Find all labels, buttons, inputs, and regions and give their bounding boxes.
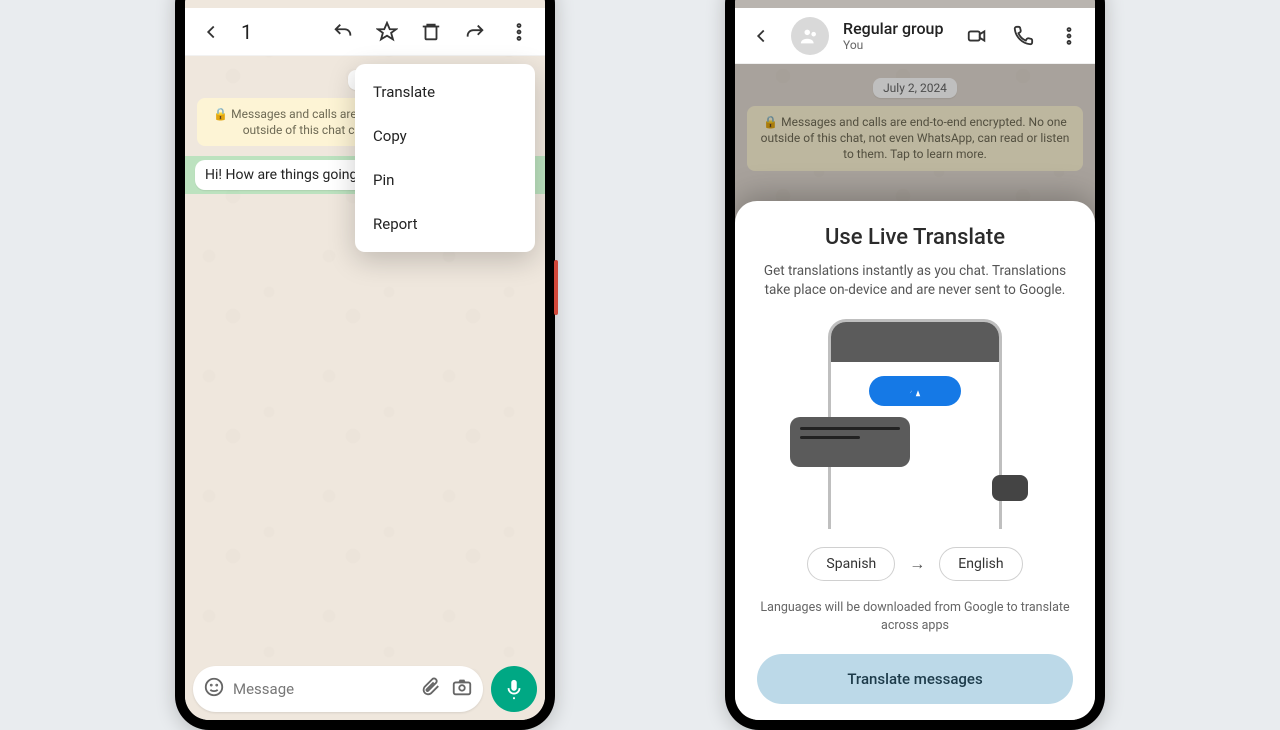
arrow-right-icon: → — [909, 554, 925, 574]
video-call-icon[interactable] — [957, 16, 997, 56]
sheet-note: Languages will be downloaded from Google… — [757, 599, 1073, 634]
status-bar: 7:40 — [735, 0, 1095, 8]
emoji-icon[interactable] — [203, 676, 225, 702]
language-row: Spanish → English — [757, 547, 1073, 581]
translate-messages-button[interactable]: Translate messages — [757, 654, 1073, 704]
back-button[interactable] — [741, 16, 781, 56]
menu-report[interactable]: Report — [355, 202, 535, 246]
status-time: 8:25 — [199, 0, 220, 1]
phone-left: 8:25 1 To 🔒 — [175, 0, 555, 730]
translate-pill-icon — [869, 376, 961, 406]
language-to[interactable]: English — [939, 547, 1022, 581]
lock-icon: 🔒 — [213, 107, 228, 121]
forward-icon[interactable] — [455, 12, 495, 52]
context-menu: Translate Copy Pin Report — [355, 64, 535, 252]
message-placeholder: Message — [233, 680, 419, 698]
reply-icon[interactable] — [323, 12, 363, 52]
chat-header: Regular group You — [735, 8, 1095, 64]
mic-button[interactable] — [491, 666, 537, 712]
star-icon[interactable] — [367, 12, 407, 52]
language-from[interactable]: Spanish — [807, 547, 895, 581]
menu-translate[interactable]: Translate — [355, 70, 535, 114]
menu-pin[interactable]: Pin — [355, 158, 535, 202]
live-translate-sheet: Use Live Translate Get translations inst… — [735, 201, 1095, 720]
camera-icon[interactable] — [451, 676, 473, 702]
phone-right: 7:40 Regular group You July 2, 202 — [725, 0, 1105, 730]
status-time: 7:40 — [749, 0, 770, 1]
delete-icon[interactable] — [411, 12, 451, 52]
group-title: Regular group — [843, 19, 951, 38]
selection-toolbar: 1 — [185, 8, 545, 56]
more-icon[interactable] — [1049, 16, 1089, 56]
status-bar: 8:25 — [185, 0, 545, 8]
sheet-title: Use Live Translate — [757, 225, 1073, 250]
message-input[interactable]: Message — [193, 666, 483, 712]
group-info[interactable]: Regular group You — [843, 19, 951, 52]
more-icon[interactable] — [499, 12, 539, 52]
selection-count: 1 — [241, 20, 252, 44]
message-input-bar: Message — [193, 666, 537, 712]
group-subtitle: You — [843, 38, 951, 52]
translate-illustration — [820, 319, 1010, 529]
sheet-description: Get translations instantly as you chat. … — [757, 262, 1073, 301]
back-button[interactable] — [191, 12, 231, 52]
power-button[interactable] — [554, 260, 558, 315]
voice-call-icon[interactable] — [1003, 16, 1043, 56]
menu-copy[interactable]: Copy — [355, 114, 535, 158]
group-avatar[interactable] — [791, 17, 829, 55]
attach-icon[interactable] — [419, 676, 441, 702]
message-bubble[interactable]: Hi! How are things going — [195, 160, 367, 190]
